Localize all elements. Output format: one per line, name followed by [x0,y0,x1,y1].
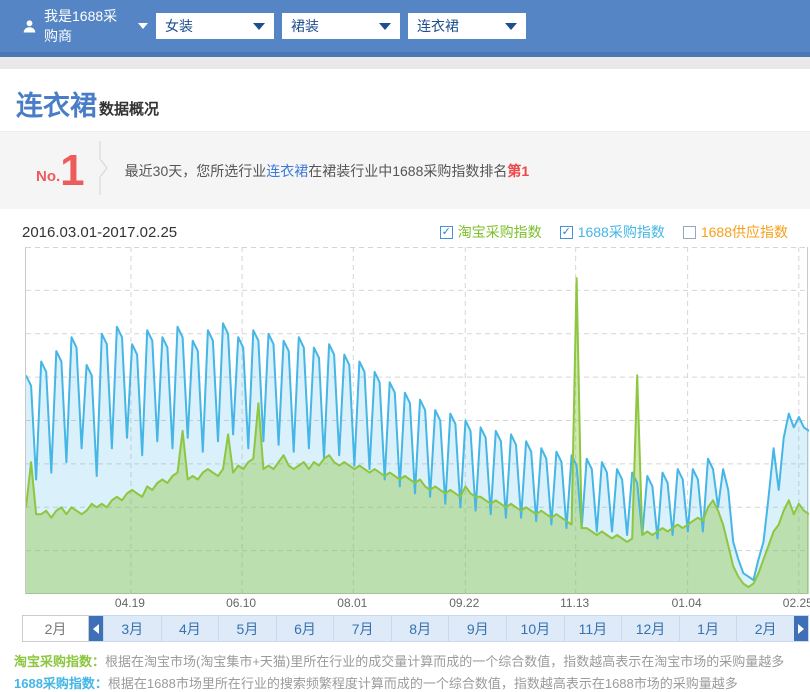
legend-label: 淘宝采购指数 [458,222,542,242]
month-cell-3[interactable]: 5月 [218,616,276,641]
x-tick-label: 02.25 [783,596,810,610]
chart-header: 2016.03.01-2017.02.25 ✓ 淘宝采购指数 ✓ 1688采购指数 16… [22,221,788,243]
slider-right-arrow[interactable] [794,616,808,641]
x-tick-label: 08.01 [337,596,367,610]
x-tick-label: 01.04 [672,596,702,610]
x-axis-ticks: 04.19 06.10 08.01 09.22 11.13 01.04 02.25 [25,594,808,612]
month-cell-6[interactable]: 8月 [391,616,449,641]
slider-left-arrow[interactable] [89,616,103,641]
index-trend-chart[interactable] [25,247,808,594]
category-dropdown-2[interactable]: 裙装 [282,13,400,39]
rank-badge: No. 1 [36,151,85,191]
x-tick-label: 06.10 [226,596,256,610]
dropdown-value: 连衣裙 [417,16,459,36]
checked-checkbox-icon[interactable]: ✓ [560,226,573,239]
rank-number: 1 [60,151,84,191]
user-menu[interactable]: 我是1688采购商 [22,6,148,46]
chevron-down-icon [253,23,265,30]
rank-banner: No. 1 最近30天，您所选行业连衣裙在裙装行业中1688采购指数排名第1 [0,131,810,209]
legend-item-2[interactable]: ✓ 1688采购指数 [560,222,665,242]
caret-down-icon [138,23,148,29]
alibaba-index-description: 1688采购指数：根据在1688市场里所在行业的搜索频繁程度计算而成的一个综合数… [14,673,810,692]
rank-keyword: 连衣裙 [266,163,308,179]
top-bar: 我是1688采购商 女装 裙装 连衣裙 [0,0,810,57]
x-tick-label: 11.13 [560,596,589,610]
checked-checkbox-icon[interactable]: ✓ [440,226,453,239]
month-cell-2[interactable]: 4月 [161,616,219,641]
x-tick-label: 09.22 [449,596,479,610]
header-divider [0,57,810,69]
category-dropdown-1[interactable]: 女装 [156,13,274,39]
month-cell-1[interactable]: 3月 [103,616,161,641]
title-keyword: 连衣裙 [16,91,97,121]
chevron-down-icon [379,23,391,30]
month-cell-12[interactable]: 2月 [736,616,794,641]
month-cell-7[interactable]: 9月 [448,616,506,641]
month-cell-11[interactable]: 1月 [679,616,737,641]
unchecked-checkbox-icon[interactable] [683,226,696,239]
month-cell-5[interactable]: 7月 [333,616,391,641]
taobao-index-description: 淘宝采购指数：根据在淘宝市场(淘宝集市+天猫)里所在行业的成交量计算而成的一个综… [14,651,810,673]
taobao-index-label: 淘宝采购指数： [14,654,105,669]
divider-chevron-icon [99,140,109,201]
rank-no-label: No. [36,168,60,185]
chevron-down-icon [505,23,517,30]
category-dropdown-3[interactable]: 连衣裙 [408,13,526,39]
legend-label: 1688采购指数 [578,222,665,242]
month-cell-4[interactable]: 6月 [276,616,334,641]
rank-description: 最近30天，您所选行业连衣裙在裙装行业中1688采购指数排名第1 [125,161,530,181]
chart-canvas [26,247,809,594]
user-label: 我是1688采购商 [44,6,131,46]
current-month-box[interactable]: 2月 [22,615,89,642]
legend-label: 1688供应指数 [701,222,788,242]
month-cell-8[interactable]: 10月 [506,616,564,641]
month-cell-9[interactable]: 11月 [564,616,622,641]
dropdown-value: 女装 [165,16,193,36]
x-tick-label: 04.19 [115,596,145,610]
legend-item-1[interactable]: ✓ 淘宝采购指数 [440,222,542,242]
user-icon [22,19,37,34]
month-cell-10[interactable]: 12月 [621,616,679,641]
chart-legend: ✓ 淘宝采购指数 ✓ 1688采购指数 1688供应指数 [422,222,788,242]
page-title: 连衣裙 数据概况 [16,85,810,121]
index-descriptions: 淘宝采购指数：根据在淘宝市场(淘宝集市+天猫)里所在行业的成交量计算而成的一个综… [14,651,810,692]
alibaba-index-label: 1688采购指数： [14,676,108,691]
legend-item-3[interactable]: 1688供应指数 [683,222,788,242]
date-range-label: 2016.03.01-2017.02.25 [22,224,177,241]
rank-value: 第1 [507,163,529,179]
title-suffix: 数据概况 [99,98,159,119]
dropdown-value: 裙装 [291,16,319,36]
month-slider[interactable]: 2月3月4月5月6月7月8月9月10月11月12月1月2月 [22,615,809,642]
